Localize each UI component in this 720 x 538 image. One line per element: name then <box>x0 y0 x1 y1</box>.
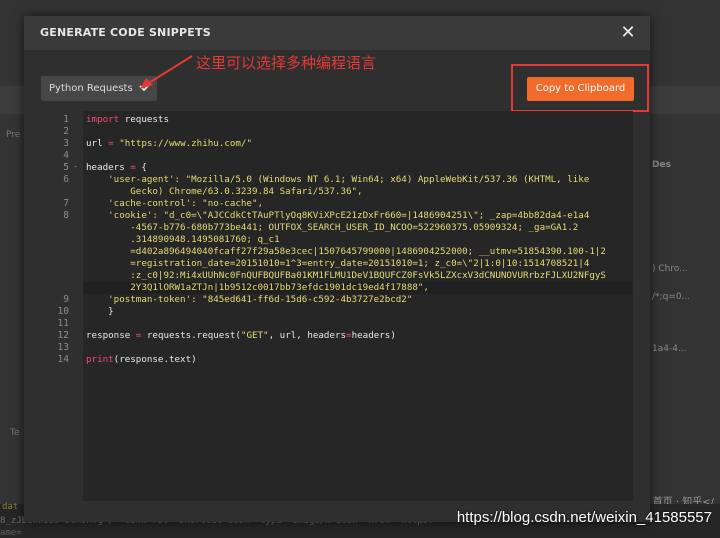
line-number: 5 <box>63 162 69 173</box>
line-number: 2 <box>63 126 69 137</box>
code-line: :z_c0|92:Mi4xUUhNc0FnQUFBQUFBa01KM1FLMU1… <box>86 270 606 281</box>
line-number: 8 <box>63 210 69 221</box>
background-left-text: Te <box>10 428 20 438</box>
code-line: headers = { <box>86 162 147 173</box>
code-token: url <box>86 138 109 149</box>
background-left-panel: Pre Te <box>0 130 24 490</box>
line-number: 9 <box>63 294 69 305</box>
line-number: 13 <box>57 342 69 353</box>
code-line: 2Y3Q1lORW1aZTJn|1b9512c0017bb73efdc1901d… <box>86 282 429 293</box>
code-token: import <box>86 114 120 125</box>
code-token: headers) <box>351 330 396 341</box>
line-number: 3 <box>63 138 69 149</box>
code-token: response <box>86 330 136 341</box>
fold-toggle-icon[interactable]: - <box>73 162 78 172</box>
language-select-value: Python Requests <box>49 83 133 94</box>
background-right-text: Des <box>652 160 671 170</box>
code-token: "https://www.zhihu.com/" <box>113 138 252 149</box>
line-number: 10 <box>57 306 69 317</box>
code-line: =d402a896494040fcaff27f29a58e3cec|150764… <box>86 246 606 257</box>
code-line: print(response.text) <box>86 354 197 365</box>
code-token: "GET" <box>240 330 269 341</box>
background-right-text: ) Chro... <box>652 264 688 274</box>
annotation-arrow-icon <box>140 55 193 89</box>
background-left-text: Pre <box>6 130 21 140</box>
line-number: 6 <box>63 174 69 185</box>
copy-to-clipboard-button[interactable]: Copy to Clipboard <box>527 77 634 101</box>
background-right-text: /*;q=0... <box>652 292 691 302</box>
code-line: 'postman-token': "845ed641-ff6d-15d6-c59… <box>86 294 413 305</box>
modal-title: GENERATE CODE SNIPPETS <box>40 26 211 39</box>
code-token: print <box>86 354 114 365</box>
generate-code-snippets-modal: GENERATE CODE SNIPPETS ✕ Python Requests… <box>24 16 650 522</box>
modal-header: GENERATE CODE SNIPPETS ✕ <box>24 16 650 50</box>
annotation-note: 这里可以选择多种编程语言 <box>196 54 377 72</box>
close-icon[interactable]: ✕ <box>618 23 638 43</box>
background-right-text: 1a4-4... <box>652 344 687 354</box>
code-token: requests.request( <box>141 330 241 341</box>
code-token: , url, headers <box>268 330 347 341</box>
code-token: headers <box>86 162 131 173</box>
code-editor[interactable]: 1 2 3 4 5 - 6 7 8 9 10 11 12 13 14 impor… <box>41 111 633 501</box>
code-line: =registration_date=20151010=1^3=entry_da… <box>86 258 590 269</box>
code-line: 'cookie': "d_c0=\"AJCCdkCtTAuPTlyOq8KViX… <box>86 210 590 221</box>
code-line: 'cache-control': "no-cache", <box>86 198 264 209</box>
code-line: url = "https://www.zhihu.com/" <box>86 138 252 149</box>
line-number: 12 <box>57 330 69 341</box>
code-line: -4567-b776-680b773be441; OUTFOX_SEARCH_U… <box>86 222 579 233</box>
line-number: 11 <box>57 318 69 329</box>
background-source-line: ame= <box>0 528 22 538</box>
code-line: import requests <box>86 114 169 125</box>
line-number: 1 <box>63 114 69 125</box>
code-line: Gecko) Chrome/63.0.3239.84 Safari/537.36… <box>86 186 363 197</box>
code-line: } <box>86 306 114 317</box>
line-number: 4 <box>63 150 69 161</box>
code-line: 'user-agent': "Mozilla/5.0 (Windows NT 6… <box>86 174 590 185</box>
code-token: (response.text) <box>113 354 197 365</box>
background-right-panel: Des ) Chro... /*;q=0... 1a4-4... <box>650 150 720 530</box>
line-number-gutter: 1 2 3 4 5 - 6 7 8 9 10 11 12 13 14 <box>41 111 83 501</box>
background-source-line: dat <box>2 502 19 512</box>
code-token: { <box>135 162 147 173</box>
code-token: requests <box>119 114 169 125</box>
watermark-text: https://blog.csdn.net/weixin_41585557 <box>456 509 712 526</box>
code-line: .314890948.1495081760; q_c1 <box>86 234 280 245</box>
line-number: 14 <box>57 354 69 365</box>
line-number: 7 <box>63 198 69 209</box>
code-line: response = requests.request("GET", url, … <box>86 330 396 341</box>
